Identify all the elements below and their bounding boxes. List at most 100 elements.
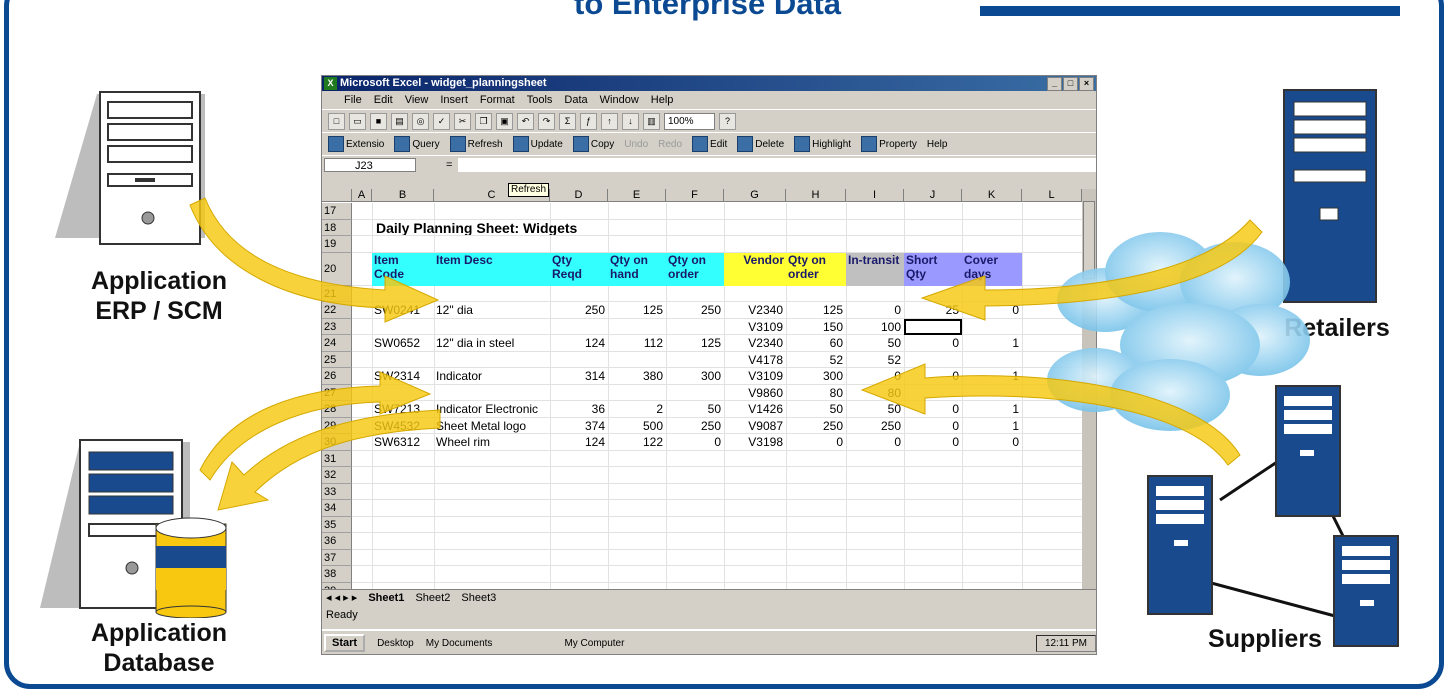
cell-reqd[interactable]: 374	[552, 419, 605, 433]
row-header[interactable]: 29	[322, 417, 352, 434]
row-header[interactable]: 34	[322, 500, 352, 517]
cell-hand[interactable]: 125	[610, 303, 663, 317]
help-button[interactable]: Help	[927, 139, 948, 150]
cell-vendor[interactable]: V2340	[726, 336, 783, 350]
print-icon[interactable]: ▤	[391, 112, 408, 130]
desktop-link[interactable]: Desktop	[377, 638, 414, 649]
undo-icon[interactable]: ↶	[517, 112, 534, 130]
cell-cover[interactable]: 1	[964, 369, 1019, 383]
cell-vendor[interactable]: V9087	[726, 419, 783, 433]
sum-icon[interactable]: Σ	[559, 112, 576, 130]
row-header[interactable]: 27	[322, 384, 352, 401]
zoom-select[interactable]: 100%	[664, 112, 715, 130]
cell-short[interactable]: 0	[906, 369, 959, 383]
edit-button[interactable]: Edit	[692, 136, 727, 152]
cell-transit[interactable]: 52	[848, 353, 901, 367]
row-header[interactable]: 36	[322, 533, 352, 550]
close-button[interactable]: ×	[1079, 77, 1094, 91]
menu-help[interactable]: Help	[651, 94, 674, 106]
column-header[interactable]: B	[372, 189, 434, 202]
row-header[interactable]: 28	[322, 401, 352, 418]
undo-button[interactable]: Undo	[624, 139, 648, 150]
column-header[interactable]: K	[962, 189, 1022, 202]
menu-edit[interactable]: Edit	[374, 94, 393, 106]
row-header[interactable]: 18	[322, 219, 352, 236]
copy-icon[interactable]: ❐	[475, 112, 492, 130]
cell-cover[interactable]: 1	[964, 419, 1019, 433]
row-header[interactable]: 38	[322, 566, 352, 583]
refresh-button[interactable]: Refresh	[449, 136, 503, 152]
cell-desc[interactable]: Indicator Electronic	[436, 402, 547, 416]
name-box[interactable]: J23	[324, 158, 416, 172]
menu-window[interactable]: Window	[600, 94, 639, 106]
preview-icon[interactable]: ◎	[412, 112, 429, 130]
update-button[interactable]: Update	[512, 136, 563, 152]
column-header[interactable]: G	[724, 189, 786, 202]
cell-vorder[interactable]: 125	[788, 303, 843, 317]
tab-sheet1[interactable]: Sheet1	[368, 592, 404, 604]
cell-transit[interactable]: 50	[848, 402, 901, 416]
cell-vorder[interactable]: 80	[788, 386, 843, 400]
cell-reqd[interactable]: 124	[552, 336, 605, 350]
tab-sheet3[interactable]: Sheet3	[461, 592, 496, 604]
row-header[interactable]: 32	[322, 467, 352, 484]
delete-button[interactable]: Delete	[737, 136, 784, 152]
row-header[interactable]: 23	[322, 318, 352, 335]
row-header[interactable]: 25	[322, 351, 352, 368]
row-header[interactable]: 31	[322, 450, 352, 467]
cell-transit[interactable]: 250	[848, 419, 901, 433]
cell-vorder[interactable]: 300	[788, 369, 843, 383]
cell-hand[interactable]: 112	[610, 336, 663, 350]
my-documents-link[interactable]: My Documents	[426, 638, 493, 649]
cell-transit[interactable]: 100	[848, 320, 901, 334]
cell-code[interactable]: SW4532	[374, 419, 431, 433]
cell-code[interactable]: SW7213	[374, 402, 431, 416]
row-header[interactable]: 21	[322, 285, 352, 302]
cell-vorder[interactable]: 150	[788, 320, 843, 334]
cell-order[interactable]: 0	[668, 435, 721, 449]
cell-code[interactable]: SW0241	[374, 303, 431, 317]
cell-desc[interactable]: Sheet Metal logo	[436, 419, 547, 433]
redo-button[interactable]: Redo	[658, 139, 682, 150]
cell-short[interactable]: 0	[906, 435, 959, 449]
row-header[interactable]: 26	[322, 368, 352, 385]
start-button[interactable]: Start	[324, 634, 366, 652]
cell-vorder[interactable]: 50	[788, 402, 843, 416]
excel-window[interactable]: X Microsoft Excel - widget_planningsheet…	[321, 75, 1097, 655]
cell-cover[interactable]: 1	[964, 402, 1019, 416]
cell-hand[interactable]: 380	[610, 369, 663, 383]
extensio-button[interactable]: Extensio	[328, 136, 384, 152]
active-cell[interactable]	[904, 318, 962, 335]
paste-icon[interactable]: ▣	[496, 112, 513, 130]
sort-desc-icon[interactable]: ↓	[622, 112, 639, 130]
cell-desc[interactable]: 12" dia	[436, 303, 547, 317]
highlight-button[interactable]: Highlight	[794, 136, 851, 152]
cell-hand[interactable]: 122	[610, 435, 663, 449]
row-header[interactable]: 24	[322, 335, 352, 352]
select-all-corner[interactable]	[322, 189, 352, 202]
cell-vendor[interactable]: V9860	[726, 386, 783, 400]
cell-reqd[interactable]: 124	[552, 435, 605, 449]
copy-button[interactable]: Copy	[572, 136, 614, 152]
query-button[interactable]: Query	[394, 136, 440, 152]
row-header[interactable]: 37	[322, 549, 352, 566]
help-icon[interactable]: ?	[719, 112, 736, 130]
column-header[interactable]: I	[846, 189, 904, 202]
function-icon[interactable]: ƒ	[580, 112, 597, 130]
menu-data[interactable]: Data	[564, 94, 587, 106]
excel-title-bar[interactable]: X Microsoft Excel - widget_planningsheet…	[322, 76, 1096, 91]
row-header[interactable]: 22	[322, 302, 352, 319]
column-header[interactable]: J	[904, 189, 962, 202]
cell-cover[interactable]: 0	[964, 303, 1019, 317]
cut-icon[interactable]: ✂	[454, 112, 471, 130]
cell-desc[interactable]: 12" dia in steel	[436, 336, 547, 350]
cell-order[interactable]: 300	[668, 369, 721, 383]
spell-icon[interactable]: ✓	[433, 112, 450, 130]
cell-transit[interactable]: 0	[848, 369, 901, 383]
cell-vendor[interactable]: V3198	[726, 435, 783, 449]
cell-order[interactable]: 125	[668, 336, 721, 350]
cell-short[interactable]: 0	[906, 402, 959, 416]
cell-short[interactable]: 0	[906, 336, 959, 350]
property-button[interactable]: Property	[861, 136, 917, 152]
cell-order[interactable]: 50	[668, 402, 721, 416]
